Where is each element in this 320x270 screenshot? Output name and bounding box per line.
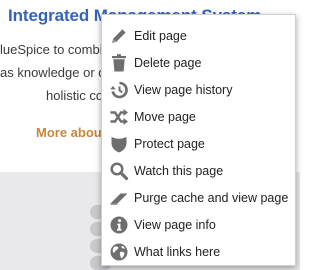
menu-item-label: Purge cache and view page bbox=[134, 190, 289, 205]
menu-item-view-page-info[interactable]: View page info bbox=[102, 211, 295, 238]
menu-item-label: Edit page bbox=[134, 28, 187, 43]
menu-item-delete-page[interactable]: Delete page bbox=[102, 49, 295, 76]
magnifier-icon bbox=[108, 160, 130, 182]
menu-item-move-page[interactable]: Move page bbox=[102, 103, 295, 130]
info-icon bbox=[108, 214, 130, 236]
menu-item-protect-page[interactable]: Protect page bbox=[102, 130, 295, 157]
menu-item-purge-cache[interactable]: Purge cache and view page bbox=[102, 184, 295, 211]
menu-item-label: Watch this page bbox=[134, 163, 224, 178]
history-icon bbox=[108, 79, 130, 101]
menu-item-label: Move page bbox=[134, 109, 196, 124]
menu-item-edit-page[interactable]: Edit page bbox=[102, 22, 295, 49]
globe-icon bbox=[108, 241, 130, 263]
menu-item-label: View page info bbox=[134, 217, 216, 232]
menu-item-label: What links here bbox=[134, 244, 221, 259]
pencil-icon bbox=[108, 25, 130, 47]
content-text-line: as knowledge or qu bbox=[0, 65, 113, 80]
menu-item-label: View page history bbox=[134, 82, 233, 97]
content-text-line: lueSpice to combin bbox=[0, 42, 110, 57]
eraser-icon bbox=[108, 187, 130, 209]
shuffle-icon bbox=[108, 106, 130, 128]
menu-item-label: Protect page bbox=[134, 136, 205, 151]
menu-item-watch-this-page[interactable]: Watch this page bbox=[102, 157, 295, 184]
page-actions-menu: Edit page Delete page View page history … bbox=[101, 14, 296, 266]
menu-item-label: Delete page bbox=[134, 55, 202, 70]
more-about-link[interactable]: More about bbox=[36, 125, 106, 140]
menu-item-view-page-history[interactable]: View page history bbox=[102, 76, 295, 103]
trash-icon bbox=[108, 52, 130, 74]
shield-icon bbox=[108, 133, 130, 155]
menu-item-what-links-here[interactable]: What links here bbox=[102, 238, 295, 265]
